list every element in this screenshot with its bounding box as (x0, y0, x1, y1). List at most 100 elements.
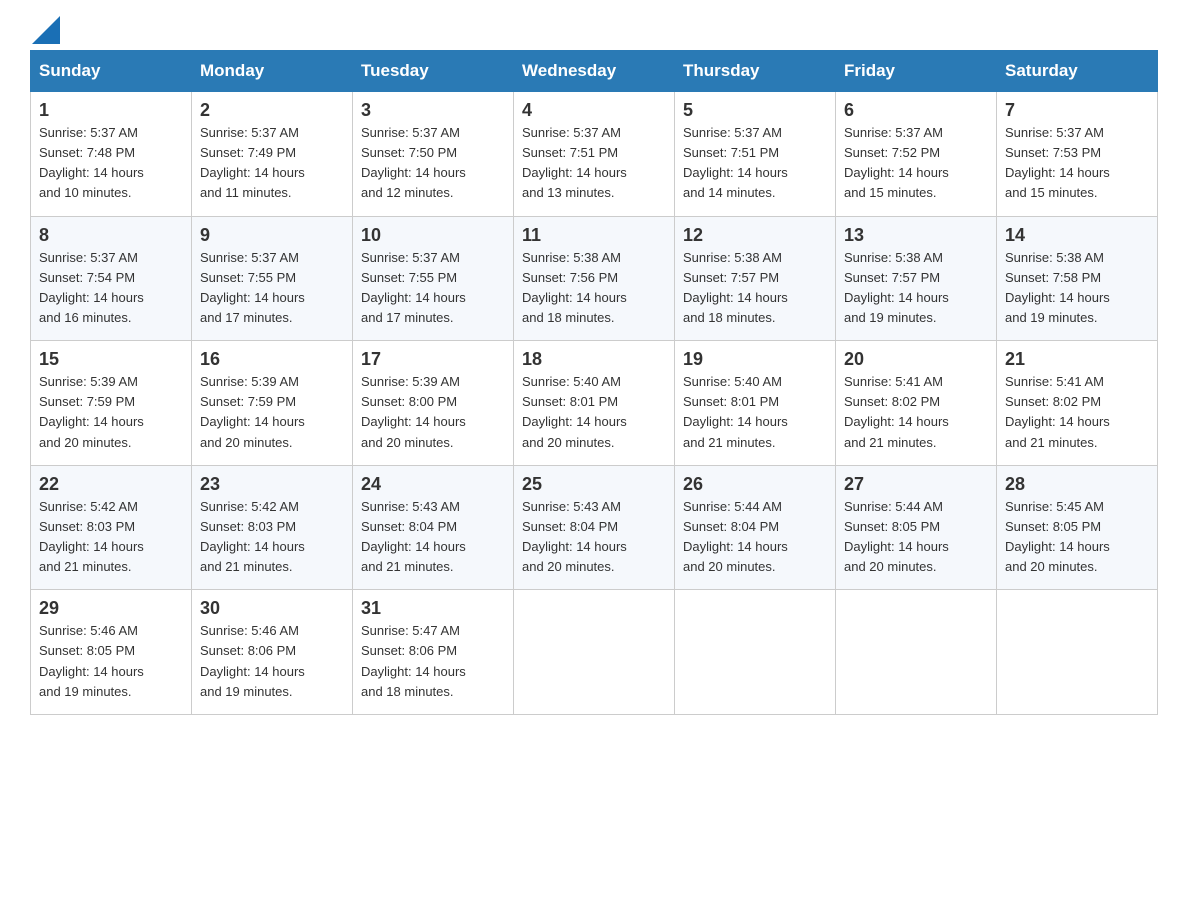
header-saturday: Saturday (997, 51, 1158, 92)
day-info: Sunrise: 5:37 AMSunset: 7:49 PMDaylight:… (200, 125, 305, 200)
day-number: 26 (683, 474, 827, 495)
day-number: 20 (844, 349, 988, 370)
calendar-cell: 9 Sunrise: 5:37 AMSunset: 7:55 PMDayligh… (192, 216, 353, 341)
header-wednesday: Wednesday (514, 51, 675, 92)
day-info: Sunrise: 5:37 AMSunset: 7:53 PMDaylight:… (1005, 125, 1110, 200)
day-info: Sunrise: 5:46 AMSunset: 8:06 PMDaylight:… (200, 623, 305, 698)
day-number: 2 (200, 100, 344, 121)
calendar-cell: 8 Sunrise: 5:37 AMSunset: 7:54 PMDayligh… (31, 216, 192, 341)
day-info: Sunrise: 5:37 AMSunset: 7:50 PMDaylight:… (361, 125, 466, 200)
calendar-cell (675, 590, 836, 715)
day-info: Sunrise: 5:40 AMSunset: 8:01 PMDaylight:… (522, 374, 627, 449)
calendar-cell: 29 Sunrise: 5:46 AMSunset: 8:05 PMDaylig… (31, 590, 192, 715)
calendar-cell: 18 Sunrise: 5:40 AMSunset: 8:01 PMDaylig… (514, 341, 675, 466)
calendar-cell: 17 Sunrise: 5:39 AMSunset: 8:00 PMDaylig… (353, 341, 514, 466)
calendar-week-row: 15 Sunrise: 5:39 AMSunset: 7:59 PMDaylig… (31, 341, 1158, 466)
calendar-cell: 14 Sunrise: 5:38 AMSunset: 7:58 PMDaylig… (997, 216, 1158, 341)
day-info: Sunrise: 5:37 AMSunset: 7:51 PMDaylight:… (522, 125, 627, 200)
day-number: 30 (200, 598, 344, 619)
day-info: Sunrise: 5:41 AMSunset: 8:02 PMDaylight:… (844, 374, 949, 449)
calendar-week-row: 1 Sunrise: 5:37 AMSunset: 7:48 PMDayligh… (31, 92, 1158, 217)
day-number: 27 (844, 474, 988, 495)
day-number: 8 (39, 225, 183, 246)
calendar-cell: 4 Sunrise: 5:37 AMSunset: 7:51 PMDayligh… (514, 92, 675, 217)
day-info: Sunrise: 5:43 AMSunset: 8:04 PMDaylight:… (361, 499, 466, 574)
day-number: 21 (1005, 349, 1149, 370)
logo (30, 20, 60, 40)
calendar-cell: 25 Sunrise: 5:43 AMSunset: 8:04 PMDaylig… (514, 465, 675, 590)
day-info: Sunrise: 5:37 AMSunset: 7:54 PMDaylight:… (39, 250, 144, 325)
day-info: Sunrise: 5:43 AMSunset: 8:04 PMDaylight:… (522, 499, 627, 574)
page-header (30, 20, 1158, 40)
calendar-cell: 27 Sunrise: 5:44 AMSunset: 8:05 PMDaylig… (836, 465, 997, 590)
day-number: 9 (200, 225, 344, 246)
calendar-cell: 13 Sunrise: 5:38 AMSunset: 7:57 PMDaylig… (836, 216, 997, 341)
calendar-week-row: 29 Sunrise: 5:46 AMSunset: 8:05 PMDaylig… (31, 590, 1158, 715)
day-number: 10 (361, 225, 505, 246)
day-info: Sunrise: 5:44 AMSunset: 8:04 PMDaylight:… (683, 499, 788, 574)
day-number: 12 (683, 225, 827, 246)
day-number: 17 (361, 349, 505, 370)
calendar-cell: 26 Sunrise: 5:44 AMSunset: 8:04 PMDaylig… (675, 465, 836, 590)
calendar-table: SundayMondayTuesdayWednesdayThursdayFrid… (30, 50, 1158, 715)
calendar-header-row: SundayMondayTuesdayWednesdayThursdayFrid… (31, 51, 1158, 92)
calendar-cell: 16 Sunrise: 5:39 AMSunset: 7:59 PMDaylig… (192, 341, 353, 466)
day-number: 19 (683, 349, 827, 370)
calendar-cell: 22 Sunrise: 5:42 AMSunset: 8:03 PMDaylig… (31, 465, 192, 590)
day-info: Sunrise: 5:37 AMSunset: 7:52 PMDaylight:… (844, 125, 949, 200)
calendar-cell (514, 590, 675, 715)
calendar-cell: 3 Sunrise: 5:37 AMSunset: 7:50 PMDayligh… (353, 92, 514, 217)
day-number: 18 (522, 349, 666, 370)
header-thursday: Thursday (675, 51, 836, 92)
calendar-cell (997, 590, 1158, 715)
calendar-cell: 23 Sunrise: 5:42 AMSunset: 8:03 PMDaylig… (192, 465, 353, 590)
day-number: 24 (361, 474, 505, 495)
day-info: Sunrise: 5:42 AMSunset: 8:03 PMDaylight:… (200, 499, 305, 574)
calendar-cell: 12 Sunrise: 5:38 AMSunset: 7:57 PMDaylig… (675, 216, 836, 341)
day-number: 31 (361, 598, 505, 619)
day-number: 4 (522, 100, 666, 121)
day-number: 6 (844, 100, 988, 121)
day-number: 23 (200, 474, 344, 495)
calendar-cell (836, 590, 997, 715)
day-info: Sunrise: 5:38 AMSunset: 7:56 PMDaylight:… (522, 250, 627, 325)
day-info: Sunrise: 5:41 AMSunset: 8:02 PMDaylight:… (1005, 374, 1110, 449)
day-info: Sunrise: 5:38 AMSunset: 7:57 PMDaylight:… (683, 250, 788, 325)
day-info: Sunrise: 5:37 AMSunset: 7:48 PMDaylight:… (39, 125, 144, 200)
calendar-cell: 30 Sunrise: 5:46 AMSunset: 8:06 PMDaylig… (192, 590, 353, 715)
day-info: Sunrise: 5:44 AMSunset: 8:05 PMDaylight:… (844, 499, 949, 574)
day-number: 25 (522, 474, 666, 495)
calendar-week-row: 22 Sunrise: 5:42 AMSunset: 8:03 PMDaylig… (31, 465, 1158, 590)
day-info: Sunrise: 5:39 AMSunset: 7:59 PMDaylight:… (39, 374, 144, 449)
day-number: 29 (39, 598, 183, 619)
calendar-cell: 11 Sunrise: 5:38 AMSunset: 7:56 PMDaylig… (514, 216, 675, 341)
calendar-cell: 19 Sunrise: 5:40 AMSunset: 8:01 PMDaylig… (675, 341, 836, 466)
calendar-cell: 15 Sunrise: 5:39 AMSunset: 7:59 PMDaylig… (31, 341, 192, 466)
header-sunday: Sunday (31, 51, 192, 92)
calendar-cell: 5 Sunrise: 5:37 AMSunset: 7:51 PMDayligh… (675, 92, 836, 217)
day-info: Sunrise: 5:37 AMSunset: 7:51 PMDaylight:… (683, 125, 788, 200)
day-info: Sunrise: 5:38 AMSunset: 7:57 PMDaylight:… (844, 250, 949, 325)
day-info: Sunrise: 5:40 AMSunset: 8:01 PMDaylight:… (683, 374, 788, 449)
logo-triangle-icon (32, 16, 60, 44)
day-info: Sunrise: 5:37 AMSunset: 7:55 PMDaylight:… (200, 250, 305, 325)
calendar-cell: 6 Sunrise: 5:37 AMSunset: 7:52 PMDayligh… (836, 92, 997, 217)
day-number: 14 (1005, 225, 1149, 246)
calendar-cell: 31 Sunrise: 5:47 AMSunset: 8:06 PMDaylig… (353, 590, 514, 715)
day-number: 7 (1005, 100, 1149, 121)
day-info: Sunrise: 5:47 AMSunset: 8:06 PMDaylight:… (361, 623, 466, 698)
day-info: Sunrise: 5:42 AMSunset: 8:03 PMDaylight:… (39, 499, 144, 574)
day-info: Sunrise: 5:37 AMSunset: 7:55 PMDaylight:… (361, 250, 466, 325)
day-number: 15 (39, 349, 183, 370)
day-number: 11 (522, 225, 666, 246)
day-info: Sunrise: 5:38 AMSunset: 7:58 PMDaylight:… (1005, 250, 1110, 325)
day-info: Sunrise: 5:39 AMSunset: 7:59 PMDaylight:… (200, 374, 305, 449)
calendar-cell: 21 Sunrise: 5:41 AMSunset: 8:02 PMDaylig… (997, 341, 1158, 466)
header-friday: Friday (836, 51, 997, 92)
day-number: 22 (39, 474, 183, 495)
calendar-cell: 28 Sunrise: 5:45 AMSunset: 8:05 PMDaylig… (997, 465, 1158, 590)
day-number: 13 (844, 225, 988, 246)
header-monday: Monday (192, 51, 353, 92)
calendar-cell: 2 Sunrise: 5:37 AMSunset: 7:49 PMDayligh… (192, 92, 353, 217)
calendar-cell: 1 Sunrise: 5:37 AMSunset: 7:48 PMDayligh… (31, 92, 192, 217)
